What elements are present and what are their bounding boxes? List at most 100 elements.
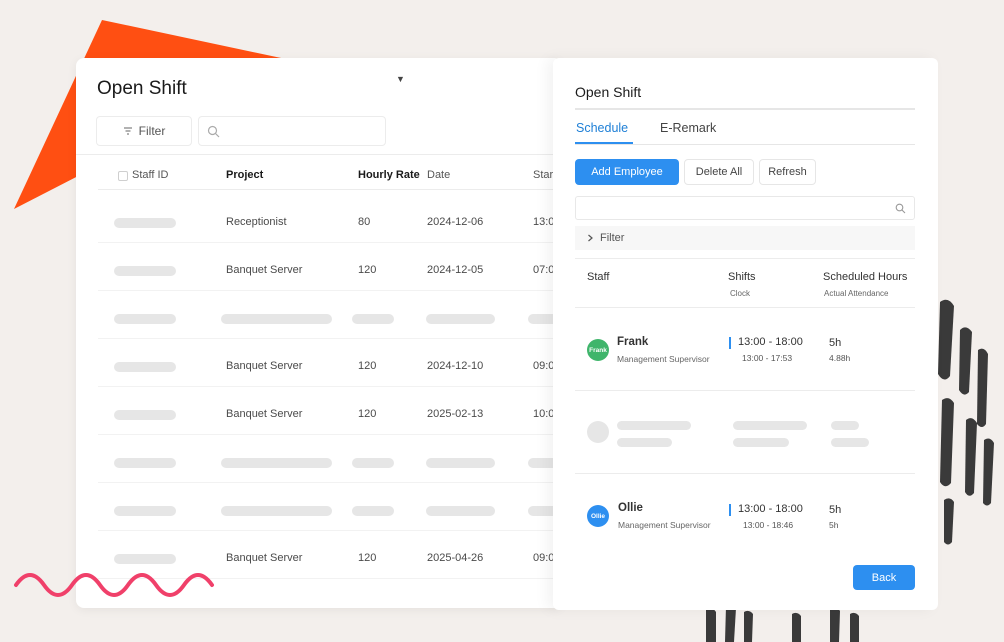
search-icon <box>207 125 220 138</box>
divider <box>575 473 915 474</box>
header-divider <box>76 154 562 155</box>
refresh-button[interactable]: Refresh <box>759 159 816 185</box>
date-cell: 2024-12-06 <box>427 216 484 228</box>
loading-placeholder <box>617 421 691 430</box>
project-cell: Receptionist <box>226 216 287 228</box>
tab-e-remark[interactable]: E-Remark <box>660 121 716 135</box>
avatar: Ollie <box>587 505 609 527</box>
divider <box>575 307 915 308</box>
loading-avatar <box>587 421 609 443</box>
loading-row <box>98 491 562 531</box>
back-button[interactable]: Back <box>853 565 915 590</box>
filter-button[interactable]: Filter <box>96 116 192 146</box>
loading-row <box>98 443 562 483</box>
shift-indicator <box>729 504 731 516</box>
loading-placeholder <box>114 314 176 324</box>
rate-cell: 120 <box>358 360 377 372</box>
rate-cell: 120 <box>358 552 377 564</box>
start-cell: 09:0 <box>533 360 555 372</box>
staff-id-placeholder <box>114 266 176 276</box>
col-staff: Staff <box>587 271 610 283</box>
panel-search-field[interactable] <box>575 196 915 220</box>
col-staff-id[interactable]: Staff ID <box>132 169 168 181</box>
divider <box>575 390 915 391</box>
loading-placeholder <box>221 314 332 324</box>
loading-placeholder <box>352 314 394 324</box>
table-row[interactable]: Banquet Server 120 2024-12-10 09:0 <box>98 347 562 387</box>
loading-placeholder <box>733 421 807 430</box>
date-cell: 2024-12-05 <box>427 264 484 276</box>
col-date[interactable]: Date <box>427 169 450 181</box>
loading-placeholder <box>114 458 176 468</box>
loading-placeholder <box>617 438 672 447</box>
pink-wave-decoration <box>14 573 214 597</box>
search-icon <box>895 203 906 214</box>
rate-cell: 120 <box>358 264 377 276</box>
page-title: Open Shift <box>97 78 187 99</box>
staff-id-placeholder <box>114 410 176 420</box>
search-field[interactable] <box>198 116 386 146</box>
loading-placeholder <box>352 506 394 516</box>
loading-placeholder <box>221 506 332 516</box>
table-header: Staff ID Project Hourly Rate Date Start <box>98 164 562 190</box>
panel-title: Open Shift <box>575 84 642 100</box>
employee-name: Ollie <box>618 502 643 514</box>
divider <box>575 258 915 259</box>
scheduled-hours: 5h <box>829 504 842 516</box>
shift-time: 13:00 - 18:00 <box>738 503 803 515</box>
start-cell: 13:0 <box>533 216 555 228</box>
loading-placeholder <box>426 458 495 468</box>
date-cell: 2024-12-10 <box>427 360 484 372</box>
filter-label: Filter <box>600 232 625 244</box>
project-cell: Banquet Server <box>226 360 303 372</box>
employee-role: Management Supervisor <box>617 354 710 364</box>
table-row[interactable]: Banquet Server 120 2024-12-05 07:0 <box>98 251 562 291</box>
dark-brush-marks-decoration <box>938 299 994 545</box>
employee-name: Frank <box>617 336 649 348</box>
col-clock: Clock <box>730 289 751 298</box>
col-actual-attendance: Actual Attendance <box>824 289 889 298</box>
loading-placeholder <box>426 314 495 324</box>
loading-placeholder <box>352 458 394 468</box>
filter-label: Filter <box>138 124 166 138</box>
loading-placeholder <box>831 438 869 447</box>
add-employee-button[interactable]: Add Employee <box>575 159 679 185</box>
loading-placeholder <box>426 506 495 516</box>
rate-cell: 80 <box>358 216 371 228</box>
select-all-checkbox[interactable] <box>118 171 128 181</box>
active-tab-indicator <box>575 142 633 144</box>
start-cell: 09:0 <box>533 552 555 564</box>
avatar: Frank <box>587 339 609 361</box>
chevron-right-icon <box>588 234 593 242</box>
rate-cell: 120 <box>358 408 377 420</box>
panel-search-input[interactable] <box>582 200 882 216</box>
date-cell: 2025-04-26 <box>427 552 484 564</box>
search-input[interactable] <box>225 121 375 141</box>
open-shift-detail-panel: Open Shift Schedule E-Remark Add Employe… <box>553 58 938 610</box>
filter-expander[interactable]: Filter <box>575 226 915 250</box>
loading-placeholder <box>733 438 789 447</box>
tab-schedule[interactable]: Schedule <box>576 121 628 135</box>
open-shift-list-card: Open Shift ▼ Filter Staff ID Project Hou… <box>76 58 562 608</box>
project-cell: Banquet Server <box>226 264 303 276</box>
col-hourly-rate[interactable]: Hourly Rate <box>358 169 420 181</box>
caret-down-icon[interactable]: ▼ <box>396 74 405 84</box>
project-cell: Banquet Server <box>226 552 303 564</box>
actual-hours: 5h <box>829 520 839 530</box>
col-scheduled-hours: Scheduled Hours <box>823 271 908 283</box>
actual-hours: 4.88h <box>829 353 851 363</box>
clock-time: 13:00 - 18:46 <box>743 520 794 530</box>
loading-placeholder <box>221 458 332 468</box>
title-divider <box>575 108 915 110</box>
start-cell: 07:0 <box>533 264 555 276</box>
loading-row <box>98 299 562 339</box>
col-project[interactable]: Project <box>226 169 263 181</box>
project-cell: Banquet Server <box>226 408 303 420</box>
date-cell: 2025-02-13 <box>427 408 484 420</box>
table-row[interactable]: Receptionist 80 2024-12-06 13:0 <box>98 203 562 243</box>
table-row[interactable]: Banquet Server 120 2025-02-13 10:0 <box>98 395 562 435</box>
delete-all-button[interactable]: Delete All <box>684 159 754 185</box>
staff-id-placeholder <box>114 362 176 372</box>
scheduled-hours: 5h <box>829 337 842 349</box>
employee-role: Management Supervisor <box>618 520 711 530</box>
